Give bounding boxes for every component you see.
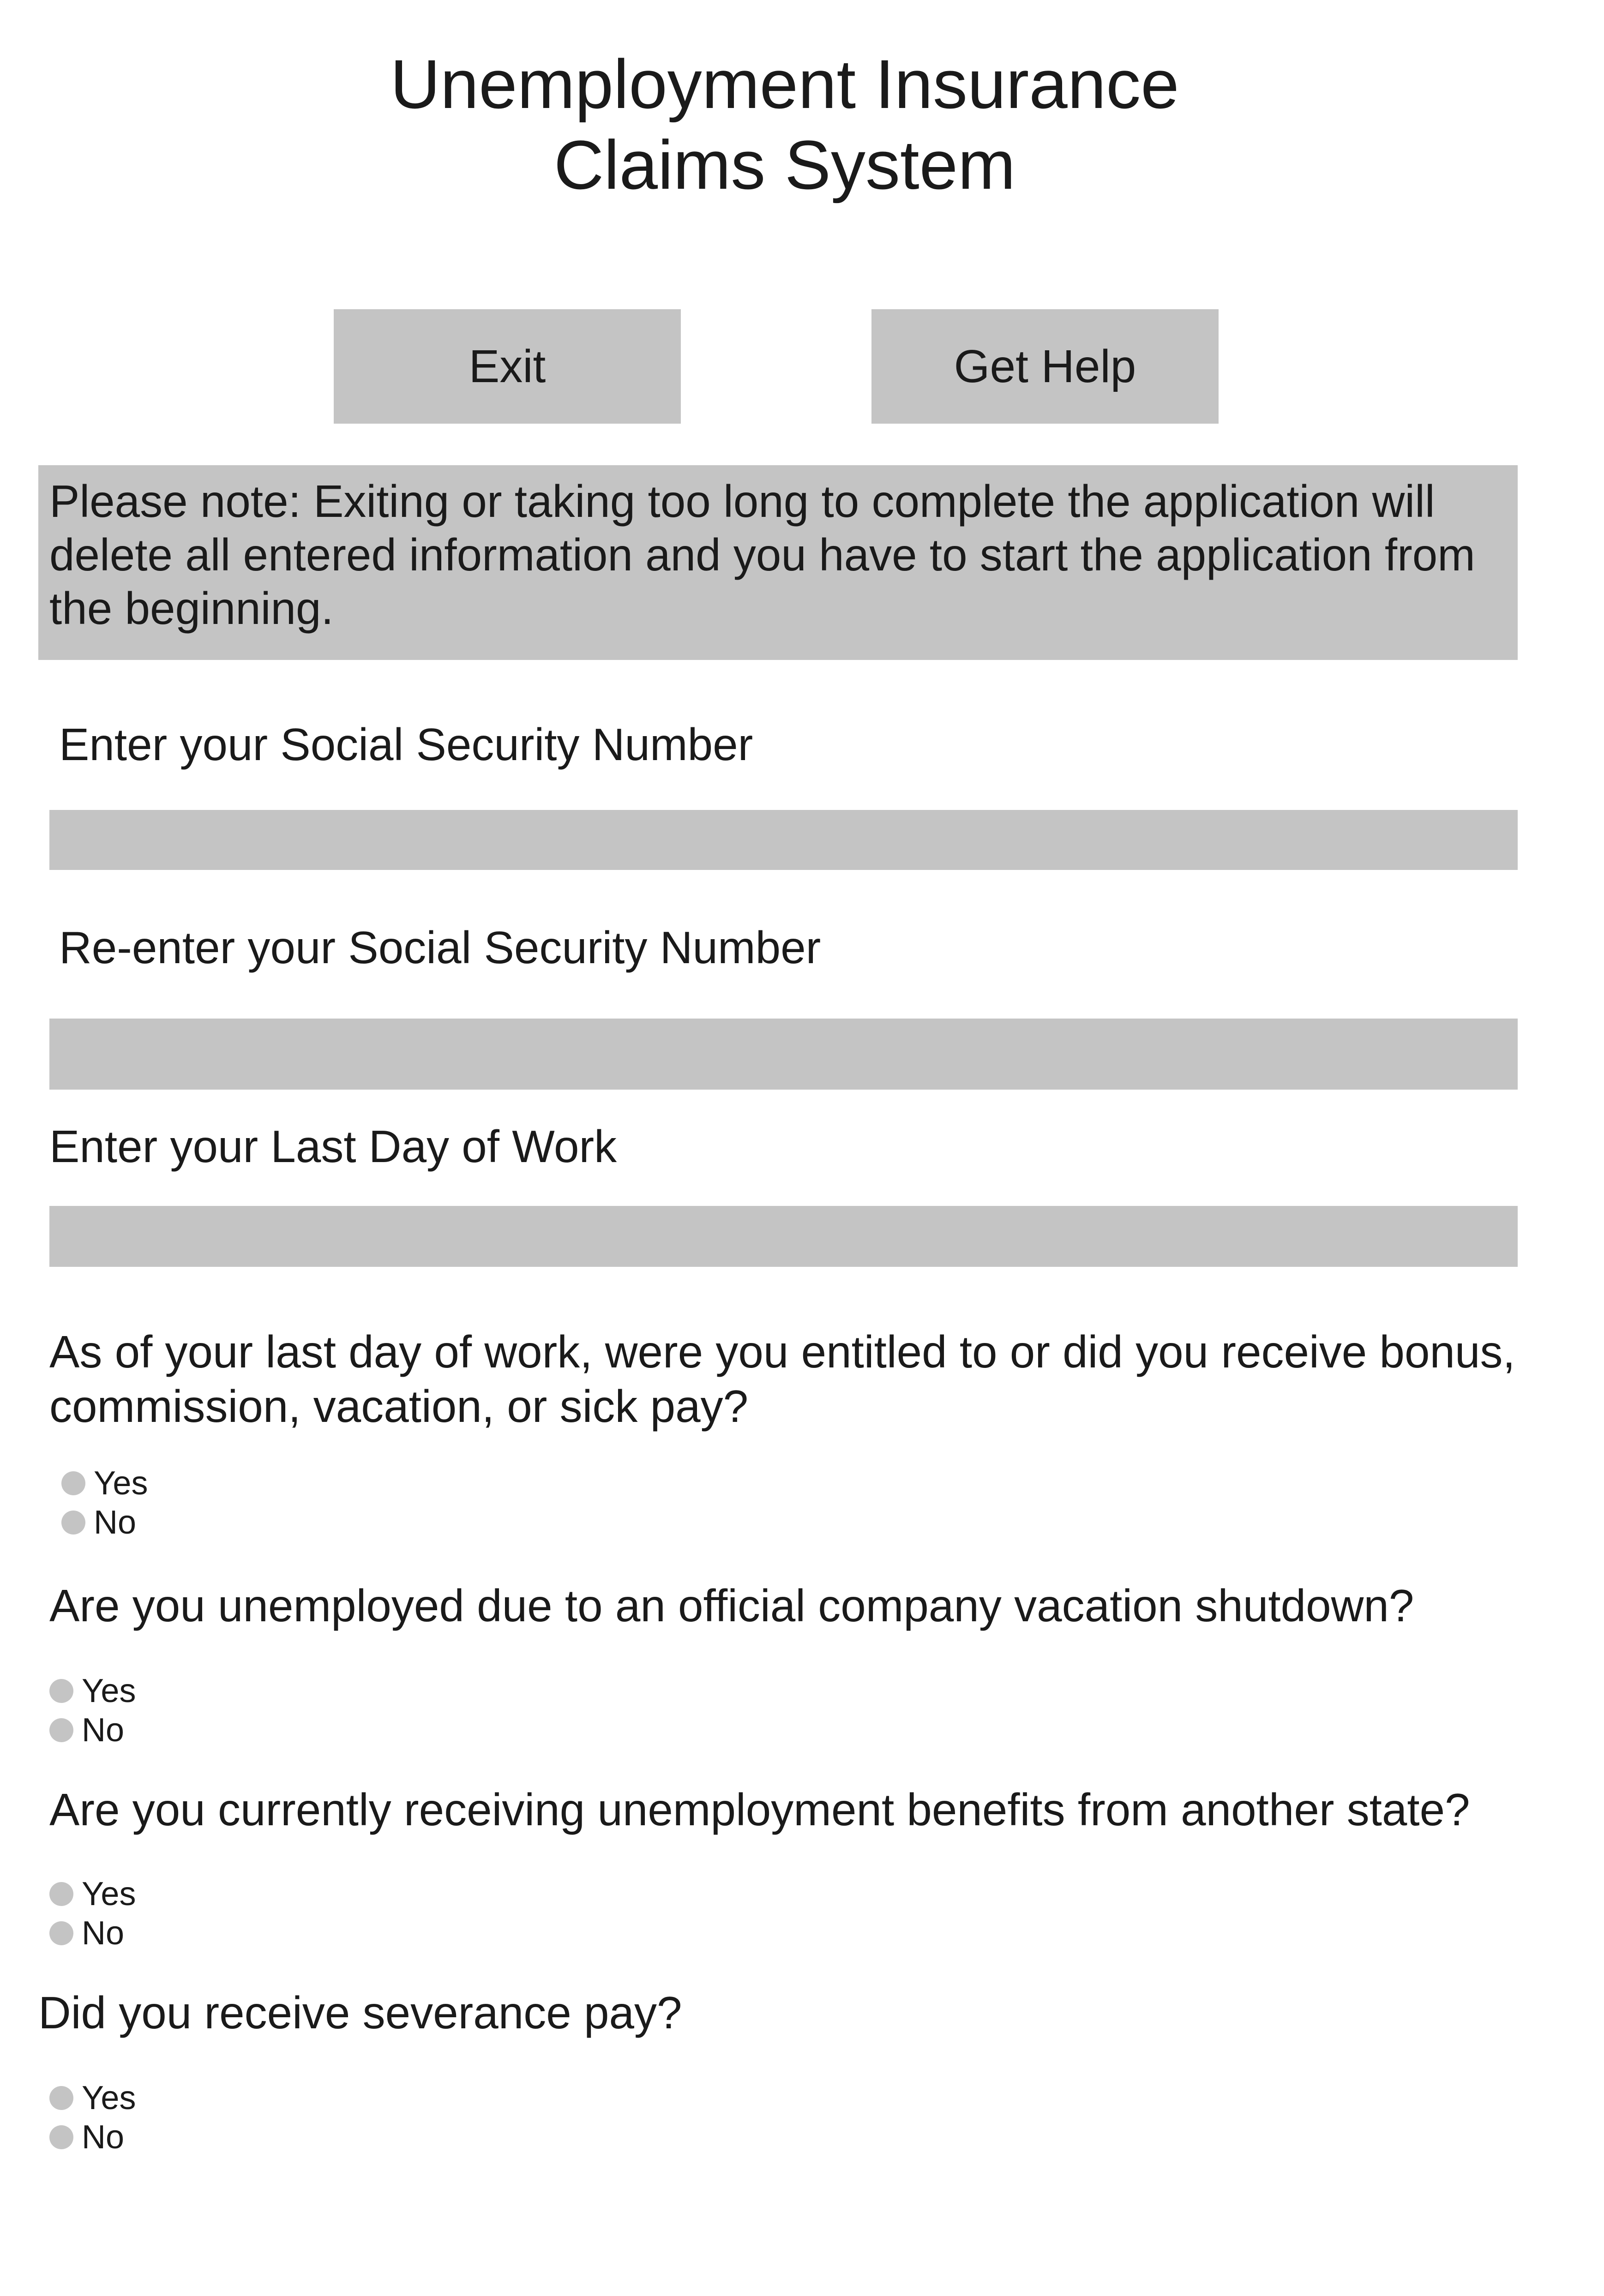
question-vacation-shutdown: Are you unemployed due to an official co… [49,1580,1414,1631]
radio-option-yes[interactable]: Yes [61,1463,148,1504]
radio-button[interactable] [49,1882,73,1906]
ssn-label: Enter your Social Security Number [59,719,753,770]
last-day-of-work-label: Enter your Last Day of Work [49,1121,617,1172]
radio-label: Yes [82,1673,136,1709]
radio-button[interactable] [49,1921,73,1945]
radio-option-no[interactable]: No [49,2117,124,2158]
question-severance-pay: Did you receive severance pay? [38,1987,682,2038]
session-warning-notice: Please note: Exiting or taking too long … [38,465,1518,660]
ssn-input[interactable] [49,810,1518,870]
question-bonus-pay: As of your last day of work, were you en… [49,1326,1515,1432]
radio-option-yes[interactable]: Yes [49,1874,136,1914]
ssn-confirm-label: Re-enter your Social Security Number [59,922,821,973]
radio-label: No [94,1504,137,1541]
radio-button[interactable] [61,1471,85,1495]
radio-option-yes[interactable]: Yes [49,2078,136,2118]
radio-label: No [82,1915,125,1952]
radio-label: No [82,2119,125,2156]
radio-label: Yes [82,2080,136,2116]
radio-button[interactable] [49,2125,73,2149]
last-day-of-work-input[interactable] [49,1206,1518,1267]
radio-label: No [82,1712,125,1749]
radio-option-yes[interactable]: Yes [49,1671,136,1711]
radio-option-no[interactable]: No [49,1710,124,1750]
get-help-button[interactable]: Get Help [871,309,1219,424]
radio-label: Yes [82,1876,136,1912]
radio-option-no[interactable]: No [49,1913,124,1954]
radio-option-no[interactable]: No [61,1502,136,1543]
page-title: Unemployment Insurance Claims System [390,45,1179,204]
radio-button[interactable] [49,1718,73,1742]
radio-button[interactable] [49,1679,73,1703]
question-other-state-benefits: Are you currently receiving unemployment… [49,1784,1470,1835]
radio-label: Yes [94,1465,148,1502]
radio-button[interactable] [61,1511,85,1535]
exit-button[interactable]: Exit [334,309,681,424]
ssn-confirm-input[interactable] [49,1019,1518,1090]
radio-button[interactable] [49,2086,73,2110]
